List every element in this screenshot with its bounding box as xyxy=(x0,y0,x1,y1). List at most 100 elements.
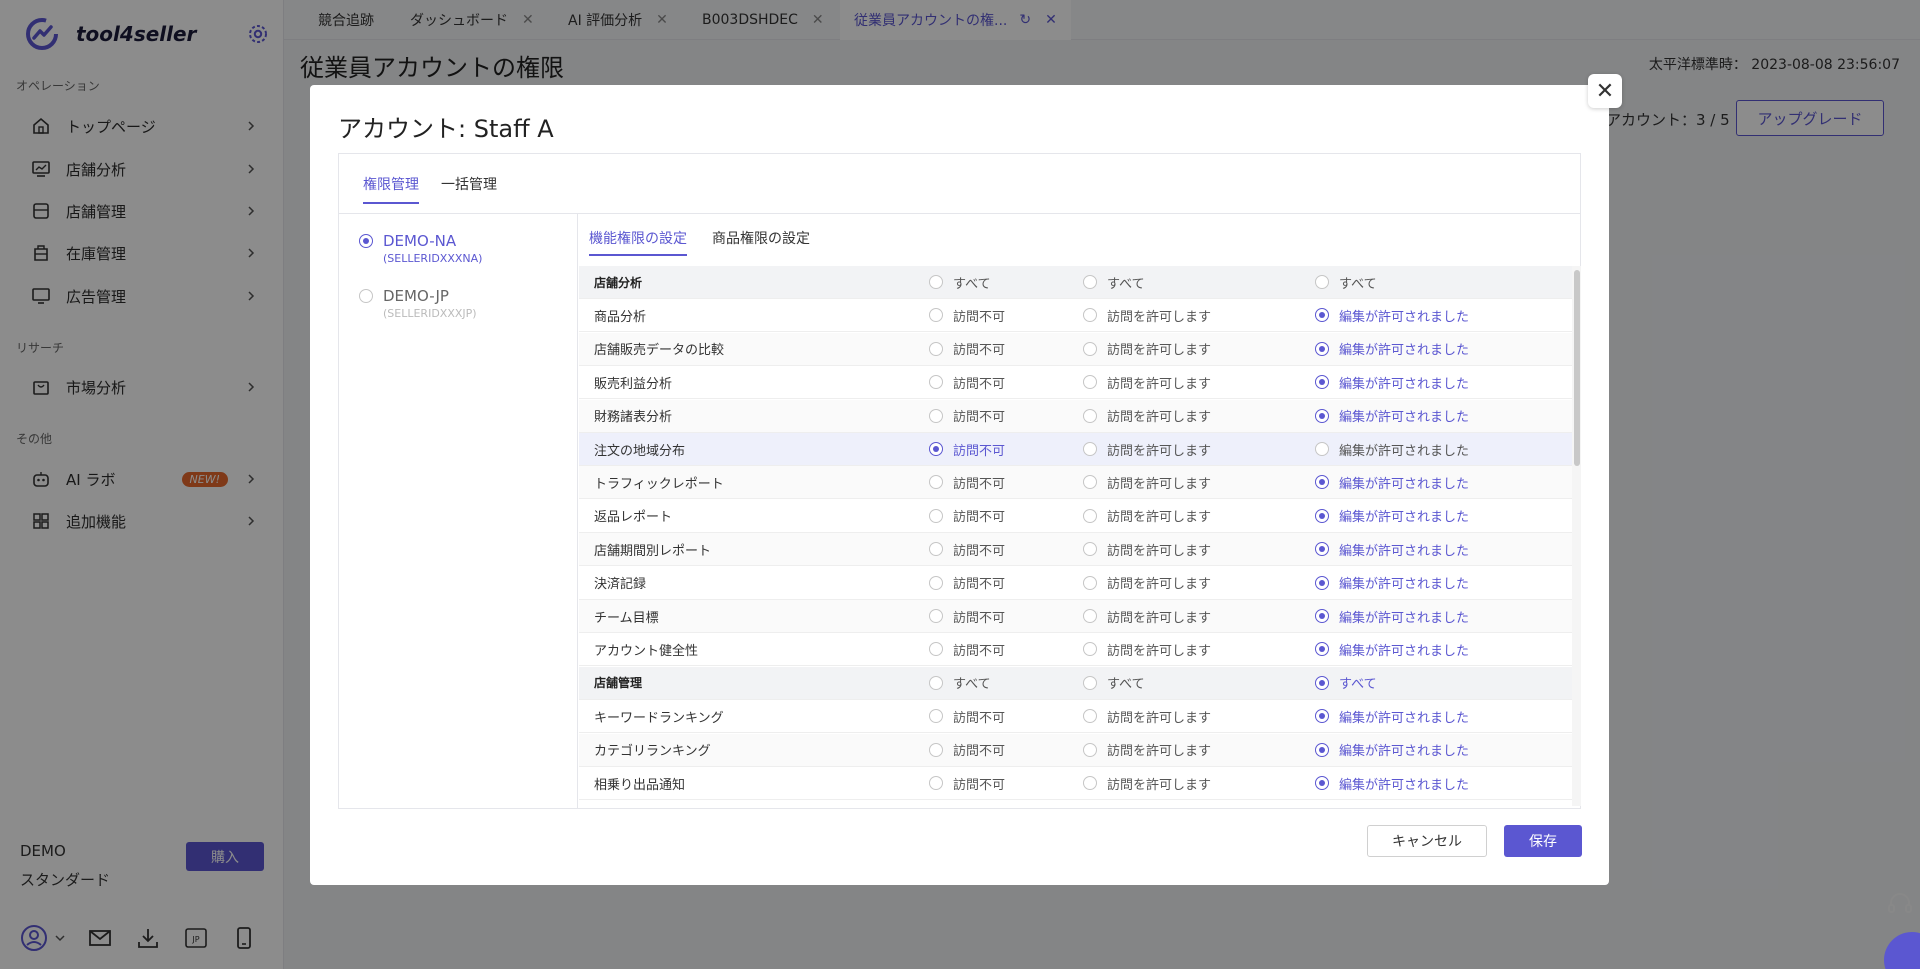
radio-button[interactable] xyxy=(1315,508,1329,523)
radio-button[interactable] xyxy=(1315,408,1329,423)
save-button[interactable]: 保存 xyxy=(1504,825,1582,857)
option-edit[interactable]: 編集が許可されました xyxy=(1315,573,1469,592)
radio-button[interactable] xyxy=(929,442,943,456)
radio-button[interactable] xyxy=(929,575,943,590)
option-edit[interactable]: 編集が許可されました xyxy=(1315,607,1469,626)
radio-button[interactable] xyxy=(1083,609,1097,623)
option-access[interactable]: 訪問を許可します xyxy=(1083,540,1211,559)
option-all[interactable]: すべて xyxy=(1315,673,1377,692)
option-access[interactable]: 訪問を許可します xyxy=(1083,607,1211,626)
option-no-access[interactable]: 訪問不可 xyxy=(929,607,1005,626)
option-edit[interactable]: 編集が許可されました xyxy=(1315,373,1469,392)
option-all[interactable]: すべて xyxy=(1083,673,1145,692)
option-edit[interactable]: 編集が許可されました xyxy=(1315,473,1469,492)
radio-button[interactable] xyxy=(929,508,943,523)
option-access[interactable]: 訪問を許可します xyxy=(1083,306,1211,325)
radio-button[interactable] xyxy=(1083,642,1097,657)
option-edit[interactable]: 編集が許可されました xyxy=(1315,540,1469,559)
option-edit[interactable]: 編集が許可されました xyxy=(1315,339,1469,358)
option-no-access[interactable]: 訪問不可 xyxy=(929,573,1005,592)
radio-button[interactable] xyxy=(1083,742,1097,757)
option-access[interactable]: 訪問を許可します xyxy=(1083,774,1211,793)
radio-button[interactable] xyxy=(1315,475,1329,490)
radio-button[interactable] xyxy=(1315,575,1329,590)
option-no-access[interactable]: 訪問不可 xyxy=(929,640,1005,659)
option-all[interactable]: すべて xyxy=(1315,273,1377,292)
radio-button[interactable] xyxy=(929,408,943,423)
radio-button[interactable] xyxy=(1315,542,1329,557)
radio-button[interactable] xyxy=(1315,776,1329,790)
option-no-access[interactable]: 訪問不可 xyxy=(929,707,1005,726)
radio-button[interactable] xyxy=(929,675,943,690)
option-no-access[interactable]: 訪問不可 xyxy=(929,440,1005,459)
option-access[interactable]: 訪問を許可します xyxy=(1083,406,1211,425)
scrollbar-thumb[interactable] xyxy=(1574,270,1580,466)
radio-button[interactable] xyxy=(929,776,943,790)
account-item-demo-na[interactable]: DEMO-NA (SELLERIDXXXNA) xyxy=(359,232,482,265)
option-all[interactable]: すべて xyxy=(929,273,991,292)
radio-button[interactable] xyxy=(929,375,943,390)
option-all[interactable]: すべて xyxy=(1083,273,1145,292)
radio-button[interactable] xyxy=(1083,508,1097,523)
radio-button[interactable] xyxy=(929,308,943,323)
cancel-button[interactable]: キャンセル xyxy=(1367,825,1487,857)
radio-button[interactable] xyxy=(1315,675,1329,690)
radio-button[interactable] xyxy=(1315,709,1329,724)
radio-button[interactable] xyxy=(1315,375,1329,390)
radio-button[interactable] xyxy=(929,609,943,623)
option-no-access[interactable]: 訪問不可 xyxy=(929,306,1005,325)
account-radio[interactable] xyxy=(359,289,373,303)
option-edit[interactable]: 編集が許可されました xyxy=(1315,740,1469,759)
option-edit[interactable]: 編集が許可されました xyxy=(1315,707,1469,726)
radio-button[interactable] xyxy=(1315,442,1329,456)
radio-button[interactable] xyxy=(1083,575,1097,590)
radio-button[interactable] xyxy=(929,275,943,289)
subtab-product-permissions[interactable]: 商品権限の設定 xyxy=(712,228,810,254)
radio-button[interactable] xyxy=(929,475,943,490)
option-access[interactable]: 訪問を許可します xyxy=(1083,573,1211,592)
option-access[interactable]: 訪問を許可します xyxy=(1083,506,1211,525)
radio-button[interactable] xyxy=(1083,442,1097,456)
option-access[interactable]: 訪問を許可します xyxy=(1083,339,1211,358)
radio-button[interactable] xyxy=(929,709,943,724)
account-radio[interactable] xyxy=(359,234,373,248)
radio-button[interactable] xyxy=(1315,609,1329,623)
option-access[interactable]: 訪問を許可します xyxy=(1083,740,1211,759)
radio-button[interactable] xyxy=(1315,308,1329,323)
close-icon[interactable]: ✕ xyxy=(1588,74,1622,108)
radio-button[interactable] xyxy=(929,642,943,657)
option-no-access[interactable]: 訪問不可 xyxy=(929,473,1005,492)
option-no-access[interactable]: 訪問不可 xyxy=(929,406,1005,425)
subtab-function-permissions[interactable]: 機能権限の設定 xyxy=(589,228,687,256)
radio-button[interactable] xyxy=(1083,475,1097,490)
option-edit[interactable]: 編集が許可されました xyxy=(1315,506,1469,525)
tab-permission-management[interactable]: 権限管理 xyxy=(363,174,419,204)
option-no-access[interactable]: 訪問不可 xyxy=(929,373,1005,392)
option-access[interactable]: 訪問を許可します xyxy=(1083,440,1211,459)
option-no-access[interactable]: 訪問不可 xyxy=(929,540,1005,559)
option-access[interactable]: 訪問を許可します xyxy=(1083,640,1211,659)
headset-icon[interactable] xyxy=(1886,890,1914,918)
radio-button[interactable] xyxy=(1083,275,1097,289)
option-access[interactable]: 訪問を許可します xyxy=(1083,707,1211,726)
option-all[interactable]: すべて xyxy=(929,673,991,692)
radio-button[interactable] xyxy=(929,542,943,557)
tab-bulk-management[interactable]: 一括管理 xyxy=(441,174,497,202)
radio-button[interactable] xyxy=(1315,742,1329,757)
radio-button[interactable] xyxy=(929,341,943,356)
radio-button[interactable] xyxy=(1083,675,1097,690)
radio-button[interactable] xyxy=(1083,542,1097,557)
option-access[interactable]: 訪問を許可します xyxy=(1083,373,1211,392)
account-item-demo-jp[interactable]: DEMO-JP (SELLERIDXXXJP) xyxy=(359,287,477,320)
radio-button[interactable] xyxy=(1083,308,1097,323)
radio-button[interactable] xyxy=(1083,776,1097,790)
radio-button[interactable] xyxy=(1315,341,1329,356)
option-access[interactable]: 訪問を許可します xyxy=(1083,473,1211,492)
option-edit[interactable]: 編集が許可されました xyxy=(1315,774,1469,793)
option-no-access[interactable]: 訪問不可 xyxy=(929,339,1005,358)
radio-button[interactable] xyxy=(1083,375,1097,390)
option-edit[interactable]: 編集が許可されました xyxy=(1315,440,1469,459)
option-no-access[interactable]: 訪問不可 xyxy=(929,774,1005,793)
radio-button[interactable] xyxy=(1083,709,1097,724)
option-no-access[interactable]: 訪問不可 xyxy=(929,740,1005,759)
